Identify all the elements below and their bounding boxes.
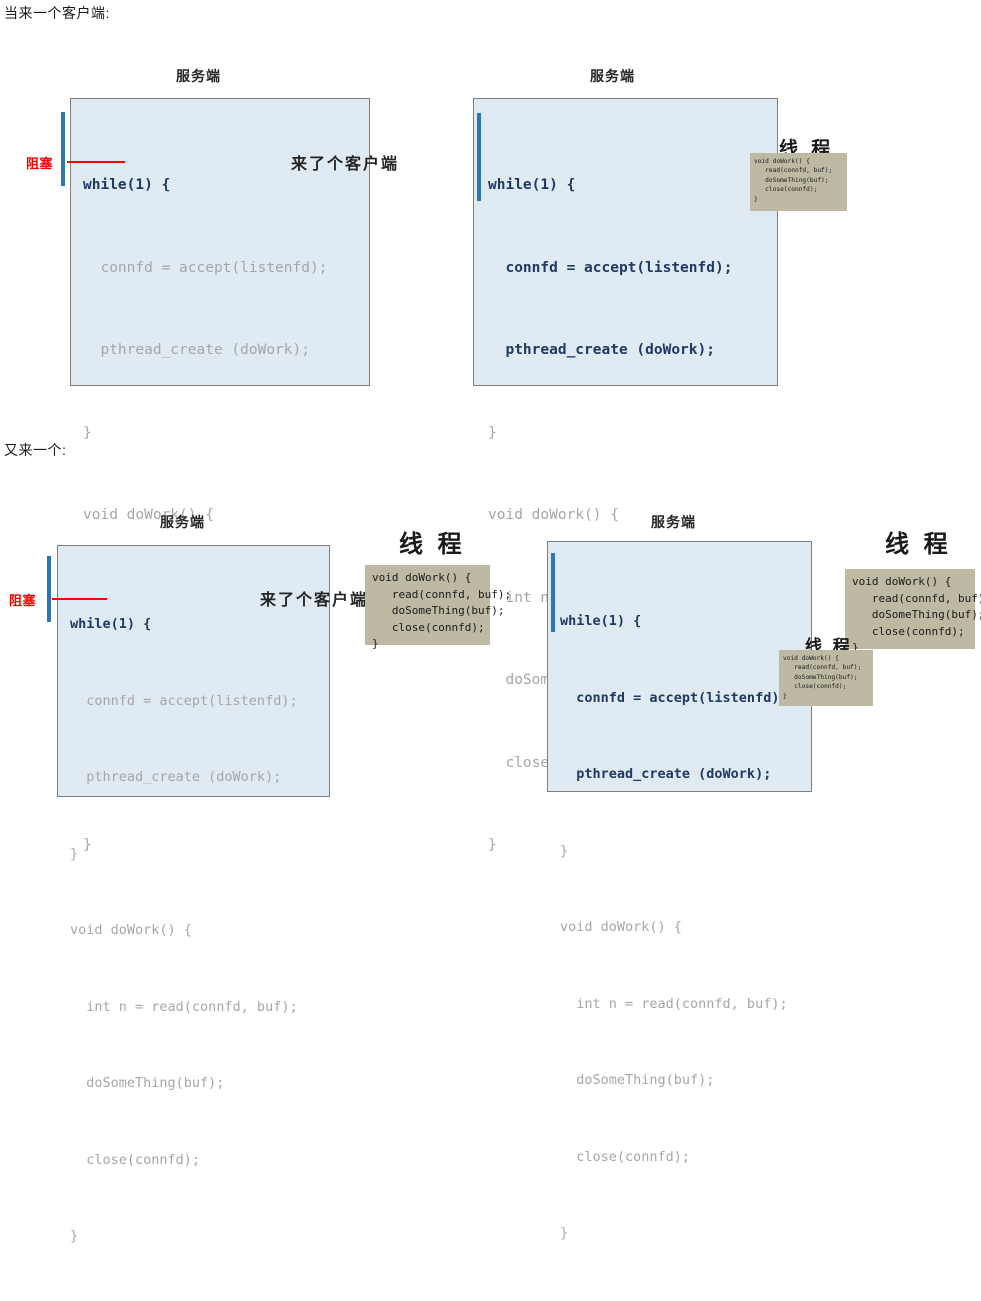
code-line: pthread_create (doWork); [560,766,772,782]
code-line: void doWork() { [83,507,214,523]
code-line: pthread_create (doWork); [70,769,282,785]
code-line: void doWork() { [70,922,192,938]
code-line: connfd = accept(listenfd); [488,259,733,276]
thread-code-box: void doWork() { read(connfd, buf); doSom… [365,565,511,650]
blue-progress-bar [551,553,555,632]
panel-title-server: 服务端 [590,68,635,84]
blocked-label: 阻塞 [26,156,54,171]
caption-first-client: 当来一个客户端: [4,5,110,21]
code-line: connfd = accept(listenfd); [70,692,298,709]
panel-title-server: 服务端 [176,68,221,84]
code-line: connfd = accept(listenfd); [83,259,328,276]
code-line: } [560,842,569,859]
code-line: connfd = accept(listenfd); [560,689,788,706]
thread-code-box: void doWork() { read(connfd, buf); doSom… [779,650,873,706]
client-arrived-label: 来了个客户端 [260,592,369,609]
thread-title: 线 程 [399,531,466,558]
blue-progress-bar [47,556,51,622]
code-line: } [560,1225,569,1241]
thread-code-box: void doWork() { read(connfd, buf); doSom… [845,569,981,654]
code-line: while(1) { [83,177,171,193]
thread-title: 线 程 [885,531,952,558]
caption-second-client: 又来一个: [4,442,67,458]
code-line: doSomeThing(buf); [560,1072,715,1088]
code-line: } [488,424,497,441]
code-line: void doWork() { [560,919,682,935]
blue-progress-bar [477,113,481,201]
client-arrived-label: 来了个客户端 [291,156,400,173]
code-line: int n = read(connfd, buf); [70,998,298,1015]
blocked-label: 阻塞 [9,593,37,608]
code-line: close(connfd); [560,1148,691,1165]
code-line: while(1) { [560,613,642,629]
code-line: while(1) { [70,616,152,632]
server-code-text: while(1) { connfd = accept(listenfd); pt… [560,558,788,1298]
code-line: doSomeThing(buf); [70,1075,225,1091]
code-line: } [70,845,79,862]
code-line: } [70,1228,79,1244]
panel-title-server: 服务端 [651,514,696,530]
code-line: while(1) { [488,177,576,193]
code-line: int n = read(connfd, buf); [560,995,788,1012]
code-line: pthread_create (doWork); [488,342,715,358]
code-line: } [83,424,92,441]
server-code-text: while(1) { connfd = accept(listenfd); pt… [70,561,298,1301]
code-line: pthread_create (doWork); [83,342,310,358]
blue-progress-bar [61,112,65,186]
thread-code-box: void doWork() { read(connfd, buf); doSom… [750,153,847,211]
code-line: close(connfd); [70,1151,201,1168]
panel-title-server: 服务端 [160,514,205,530]
